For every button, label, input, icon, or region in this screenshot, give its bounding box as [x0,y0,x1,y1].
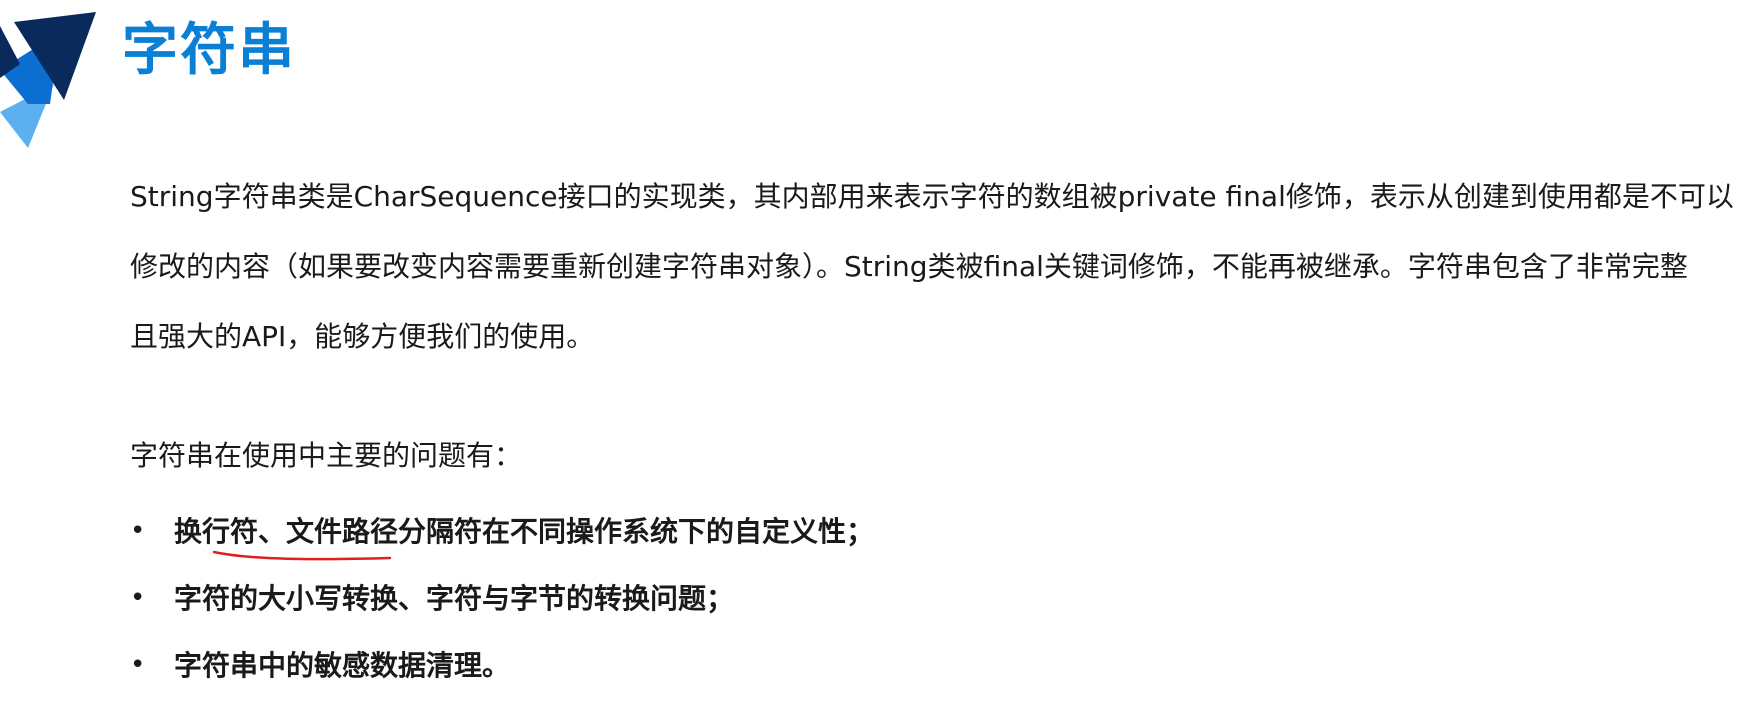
list-item: • 字符串中的敏感数据清理。 [128,632,874,699]
red-underline-annotation [212,550,392,561]
list-item: • 字符的大小写转换、字符与字节的转换问题； [128,565,874,632]
description-paragraph: String字符串类是CharSequence接口的实现类，其内部用来表示字符的… [130,162,1734,372]
slide-title: 字符串 [122,18,296,83]
bullet-text: 换行符、文件路径分隔符在不同操作系统下的自定义性； [174,515,875,548]
problems-list: • 换行符、文件路径分隔符在不同操作系统下的自定义性； • 字符的大小写转换、字… [128,498,874,699]
bullet-icon: • [130,516,146,546]
paragraph-line: String字符串类是CharSequence接口的实现类，其内部用来表示字符的… [130,180,1734,213]
bullet-icon: • [130,650,146,680]
paragraph-line: 修改的内容（如果要改变内容需要重新创建字符串对象）。String类被final关… [130,250,1688,283]
chevron-logo-icon [0,12,96,148]
paragraph-line: 且强大的API，能够方便我们的使用。 [130,320,595,353]
bullet-text: 字符串中的敏感数据清理。 [174,649,511,682]
bullet-text: 字符的大小写转换、字符与字节的转换问题； [174,582,735,615]
bullet-icon: • [130,583,146,613]
problems-intro: 字符串在使用中主要的问题有： [130,439,523,472]
